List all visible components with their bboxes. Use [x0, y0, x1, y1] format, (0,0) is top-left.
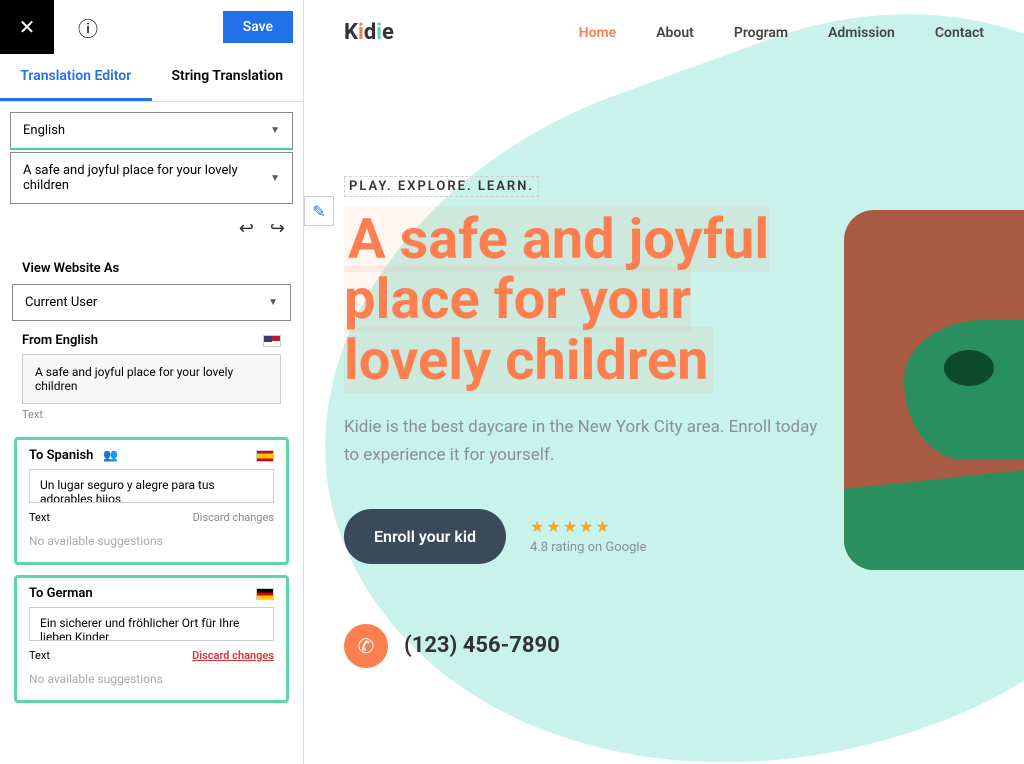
tab-string-translation[interactable]: String Translation: [152, 54, 304, 101]
phone-icon[interactable]: ✆: [344, 624, 388, 668]
translation-block-german: To German Text Discard changes No availa…: [14, 575, 289, 703]
site-logo[interactable]: Kidie: [344, 20, 394, 45]
site-nav: Home About Program Admission Contact: [579, 25, 984, 41]
nav-contact[interactable]: Contact: [935, 25, 984, 41]
info-icon[interactable]: ⓘ: [78, 13, 98, 42]
nav-home[interactable]: Home: [579, 25, 617, 41]
german-translation-input[interactable]: [29, 607, 274, 641]
source-text-select[interactable]: A safe and joyful place for your lovely …: [10, 152, 293, 204]
undo-icon[interactable]: ↩: [239, 218, 254, 239]
tab-translation-editor[interactable]: Translation Editor: [0, 54, 152, 101]
flag-de-icon: [256, 588, 274, 600]
translation-sidebar: ✕ ⓘ Save Translation Editor String Trans…: [0, 0, 304, 764]
no-suggestions-text: No available suggestions: [23, 666, 280, 692]
nav-admission[interactable]: Admission: [828, 25, 895, 41]
hero-subtitle[interactable]: Kidie is the best daycare in the New Yor…: [344, 414, 824, 468]
text-type-label: Text: [29, 649, 50, 662]
redo-icon[interactable]: ↪: [270, 218, 285, 239]
sidebar-body: English ▼ A safe and joyful place for yo…: [0, 102, 303, 723]
from-language-label: From English: [22, 333, 98, 348]
hero-section: PLAY. EXPLORE. LEARN. A safe and joyful …: [304, 65, 824, 668]
chevron-down-icon: ▼: [270, 173, 280, 184]
spanish-translation-input[interactable]: [29, 469, 274, 503]
text-type-label: Text: [29, 511, 50, 524]
site-header: Kidie Home About Program Admission Conta…: [304, 0, 1024, 65]
edit-pencil-icon[interactable]: ✎: [304, 196, 334, 226]
text-type-label: Text: [10, 408, 293, 431]
source-text-value: A safe and joyful place for your lovely …: [23, 163, 270, 193]
no-suggestions-text: No available suggestions: [23, 528, 280, 554]
enroll-button[interactable]: Enroll your kid: [344, 509, 506, 564]
from-text-readonly: A safe and joyful place for your lovely …: [22, 354, 281, 404]
chevron-down-icon: ▼: [270, 125, 280, 136]
save-button[interactable]: Save: [223, 11, 293, 43]
translation-block-spanish: To Spanish 👥 Text Discard changes No ava…: [14, 437, 289, 565]
nav-program[interactable]: Program: [734, 25, 788, 41]
sidebar-topbar: ✕ ⓘ Save: [0, 0, 303, 54]
phone-number[interactable]: (123) 456-7890: [404, 633, 560, 658]
to-spanish-label: To Spanish: [29, 448, 93, 463]
flag-es-icon: [256, 450, 274, 462]
site-preview: ✎ Kidie Home About Program Admission Con…: [304, 0, 1024, 764]
source-language-select[interactable]: English ▼: [10, 112, 293, 150]
hero-tagline[interactable]: PLAY. EXPLORE. LEARN.: [344, 176, 539, 197]
source-language-value: English: [23, 123, 65, 138]
people-icon: 👥: [103, 448, 118, 462]
nav-about[interactable]: About: [656, 25, 694, 41]
flag-us-icon: [263, 335, 281, 347]
hero-image: [844, 210, 1024, 570]
sidebar-tabs: Translation Editor String Translation: [0, 54, 303, 102]
to-german-label: To German: [29, 586, 93, 601]
view-as-value: Current User: [25, 295, 97, 310]
view-as-label: View Website As: [10, 251, 293, 284]
discard-changes-link[interactable]: Discard changes: [192, 649, 274, 662]
chevron-down-icon: ▼: [268, 297, 278, 308]
hero-title[interactable]: A safe and joyful place for your lovely …: [344, 209, 824, 390]
discard-changes-link[interactable]: Discard changes: [193, 511, 274, 524]
rating-stars: ★★★★★: [530, 517, 646, 536]
close-button[interactable]: ✕: [0, 0, 54, 54]
view-as-select[interactable]: Current User ▼: [12, 284, 291, 321]
rating-text: 4.8 rating on Google: [530, 540, 646, 555]
